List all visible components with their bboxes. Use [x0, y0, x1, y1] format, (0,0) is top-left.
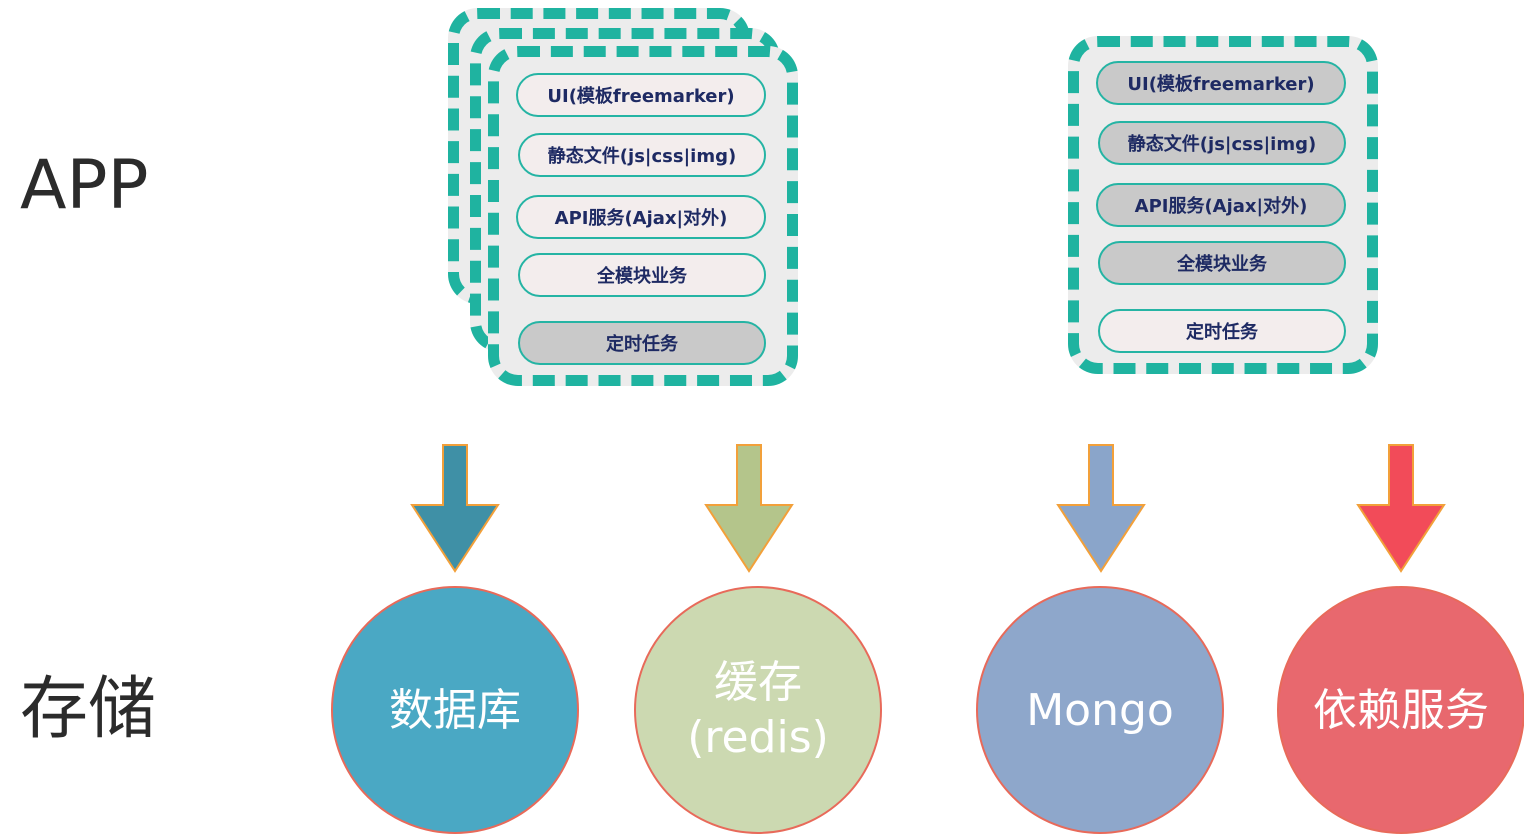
storage-label: 依赖服务	[1313, 684, 1489, 736]
module-pill-api: API服务(Ajax|对外)	[1096, 183, 1346, 227]
arrow-down-icon	[704, 444, 794, 573]
row-label-app: APP	[20, 146, 149, 225]
module-pill-business: 全模块业务	[518, 253, 766, 297]
storage-label: 缓存	[714, 657, 802, 708]
module-pill-static: 静态文件(js|css|img)	[518, 133, 766, 177]
module-pill-ui: UI(模板freemarker)	[516, 73, 766, 117]
module-pill-api: API服务(Ajax|对外)	[516, 195, 766, 239]
arrow-down-icon	[410, 444, 500, 573]
storage-database: 数据库	[331, 586, 579, 834]
arrow-down-icon	[1056, 444, 1146, 573]
storage-mongo: Mongo	[976, 586, 1224, 834]
module-pill-ui: UI(模板freemarker)	[1096, 61, 1346, 105]
module-pill-cron: 定时任务	[518, 321, 766, 365]
module-pill-cron: 定时任务	[1098, 309, 1346, 353]
storage-label: Mongo	[1026, 684, 1174, 736]
storage-label: 数据库	[389, 684, 521, 736]
arrow-down-icon	[1356, 444, 1446, 573]
module-pill-static: 静态文件(js|css|img)	[1098, 121, 1346, 165]
storage-dependency-service: 依赖服务	[1277, 586, 1524, 834]
storage-sublabel: (redis)	[687, 712, 829, 763]
row-label-storage: 存储	[20, 670, 157, 749]
storage-cache: 缓存 (redis)	[634, 586, 882, 834]
module-pill-business: 全模块业务	[1098, 241, 1346, 285]
